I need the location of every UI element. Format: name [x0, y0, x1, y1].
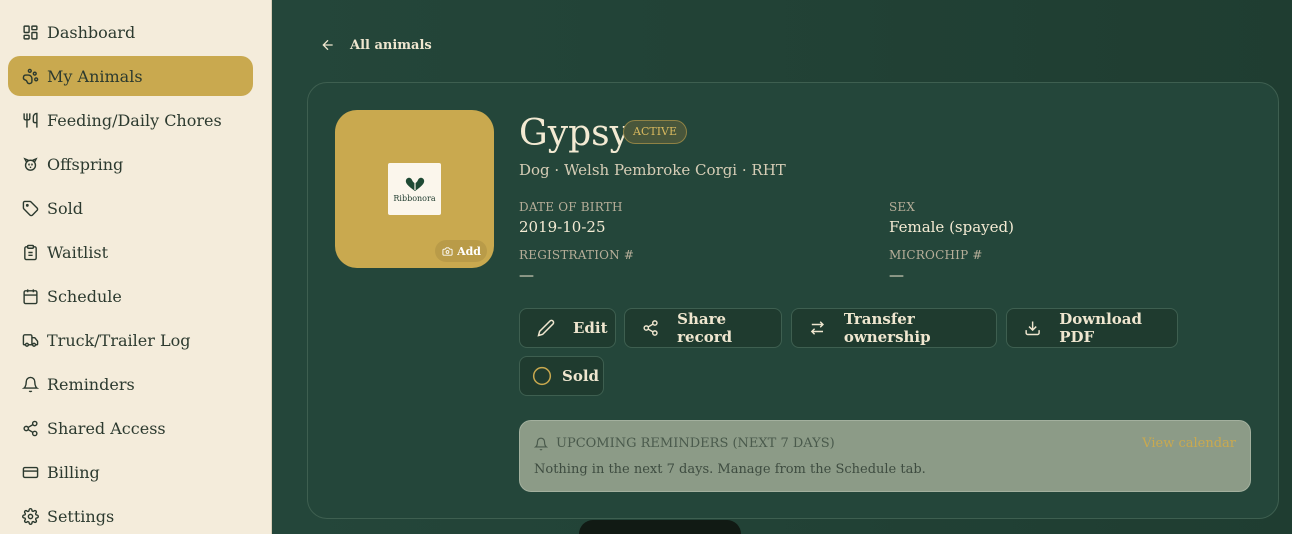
dob-value: 2019-10-25: [519, 218, 606, 236]
back-link-label: All animals: [350, 37, 432, 53]
status-badge: ACTIVE: [623, 120, 688, 144]
transfer-ownership-label: Transfer ownership: [843, 310, 931, 346]
sidebar-item-reminders[interactable]: Reminders: [8, 364, 253, 404]
sidebar-item-label: Sold: [47, 198, 83, 218]
sex-label: SEX: [889, 200, 916, 214]
dob-label: DATE OF BIRTH: [519, 200, 623, 214]
bell-icon: [21, 375, 39, 393]
download-icon: [1025, 321, 1040, 336]
share-icon: [643, 320, 658, 336]
download-pdf-label: Download PDF: [1059, 310, 1142, 346]
logo-text: Ribbonora: [393, 193, 436, 203]
sidebar: Dashboard My Animals Feeding/Daily Chore…: [0, 0, 272, 534]
dashboard-icon: [21, 23, 39, 41]
sold-button[interactable]: Sold: [519, 356, 604, 396]
transfer-arrows-icon: [810, 321, 825, 335]
bottom-overlay: [579, 520, 741, 534]
tag-icon: [21, 199, 39, 217]
main-content: All animals Ribbonora Add Gypsy ACTIVE D…: [272, 0, 1292, 534]
sidebar-item-schedule[interactable]: Schedule: [8, 276, 253, 316]
add-photo-label: Add: [457, 244, 481, 258]
sidebar-item-settings[interactable]: Settings: [8, 496, 253, 534]
pencil-icon: [537, 319, 555, 337]
heart-logo-icon: [405, 177, 424, 191]
add-photo-button[interactable]: Add: [435, 240, 487, 262]
sidebar-item-truck-log[interactable]: Truck/Trailer Log: [8, 320, 253, 360]
reminders-empty-text: Nothing in the next 7 days. Manage from …: [534, 462, 926, 477]
sold-label: Sold: [562, 367, 600, 385]
paw-icon: [21, 67, 39, 85]
download-pdf-button[interactable]: Download PDF: [1006, 308, 1178, 348]
sidebar-item-label: Offspring: [47, 154, 124, 174]
sidebar-item-sold[interactable]: Sold: [8, 188, 253, 228]
upcoming-reminders-panel: UPCOMING REMINDERS (NEXT 7 DAYS) View ca…: [519, 420, 1251, 492]
circle-icon: [532, 366, 552, 386]
sidebar-item-waitlist[interactable]: Waitlist: [8, 232, 253, 272]
animal-card: Ribbonora Add Gypsy ACTIVE Dog · Welsh P…: [307, 82, 1279, 519]
edit-button[interactable]: Edit: [519, 308, 616, 348]
back-link[interactable]: All animals: [320, 37, 432, 53]
sidebar-item-label: Shared Access: [47, 418, 166, 438]
sidebar-item-label: Reminders: [47, 374, 135, 394]
sidebar-item-my-animals[interactable]: My Animals: [8, 56, 253, 96]
sex-value: Female (spayed): [889, 218, 1014, 236]
animal-name: Gypsy: [519, 113, 630, 154]
bell-icon: [534, 437, 548, 450]
share-record-button[interactable]: Share record: [624, 308, 782, 348]
sidebar-item-label: Settings: [47, 506, 115, 526]
camera-icon: [442, 246, 453, 256]
animal-photo[interactable]: Ribbonora Add: [335, 110, 494, 268]
sidebar-item-label: Schedule: [47, 286, 122, 306]
sidebar-item-feeding[interactable]: Feeding/Daily Chores: [8, 100, 253, 140]
ribbonora-logo: Ribbonora: [388, 163, 441, 215]
microchip-value: —: [889, 266, 904, 284]
animal-subtitle: Dog · Welsh Pembroke Corgi · RHT: [519, 161, 786, 179]
sidebar-item-label: Billing: [47, 462, 100, 482]
microchip-label: MICROCHIP #: [889, 248, 983, 262]
puppy-icon: [21, 155, 39, 173]
share-icon: [21, 419, 39, 437]
credit-card-icon: [21, 463, 39, 481]
registration-label: REGISTRATION #: [519, 248, 635, 262]
truck-icon: [21, 331, 39, 349]
arrow-left-icon: [322, 39, 333, 51]
sidebar-item-label: My Animals: [47, 66, 143, 86]
sidebar-item-offspring[interactable]: Offspring: [8, 144, 253, 184]
sidebar-item-label: Feeding/Daily Chores: [47, 110, 222, 130]
share-record-label: Share record: [677, 310, 733, 346]
utensils-icon: [21, 111, 39, 129]
view-calendar-link[interactable]: View calendar: [1142, 436, 1236, 451]
sidebar-item-dashboard[interactable]: Dashboard: [8, 12, 253, 52]
sidebar-item-billing[interactable]: Billing: [8, 452, 253, 492]
transfer-ownership-button[interactable]: Transfer ownership: [791, 308, 997, 348]
reminders-title: UPCOMING REMINDERS (NEXT 7 DAYS): [534, 436, 835, 451]
gear-icon: [21, 507, 39, 525]
edit-label: Edit: [573, 319, 608, 337]
sidebar-item-label: Dashboard: [47, 22, 136, 42]
sidebar-item-label: Truck/Trailer Log: [47, 330, 191, 350]
registration-value: —: [519, 266, 534, 284]
reminders-title-label: UPCOMING REMINDERS (NEXT 7 DAYS): [556, 436, 835, 451]
sidebar-item-shared-access[interactable]: Shared Access: [8, 408, 253, 448]
calendar-icon: [21, 287, 39, 305]
clipboard-icon: [21, 243, 39, 261]
sidebar-item-label: Waitlist: [47, 242, 109, 262]
